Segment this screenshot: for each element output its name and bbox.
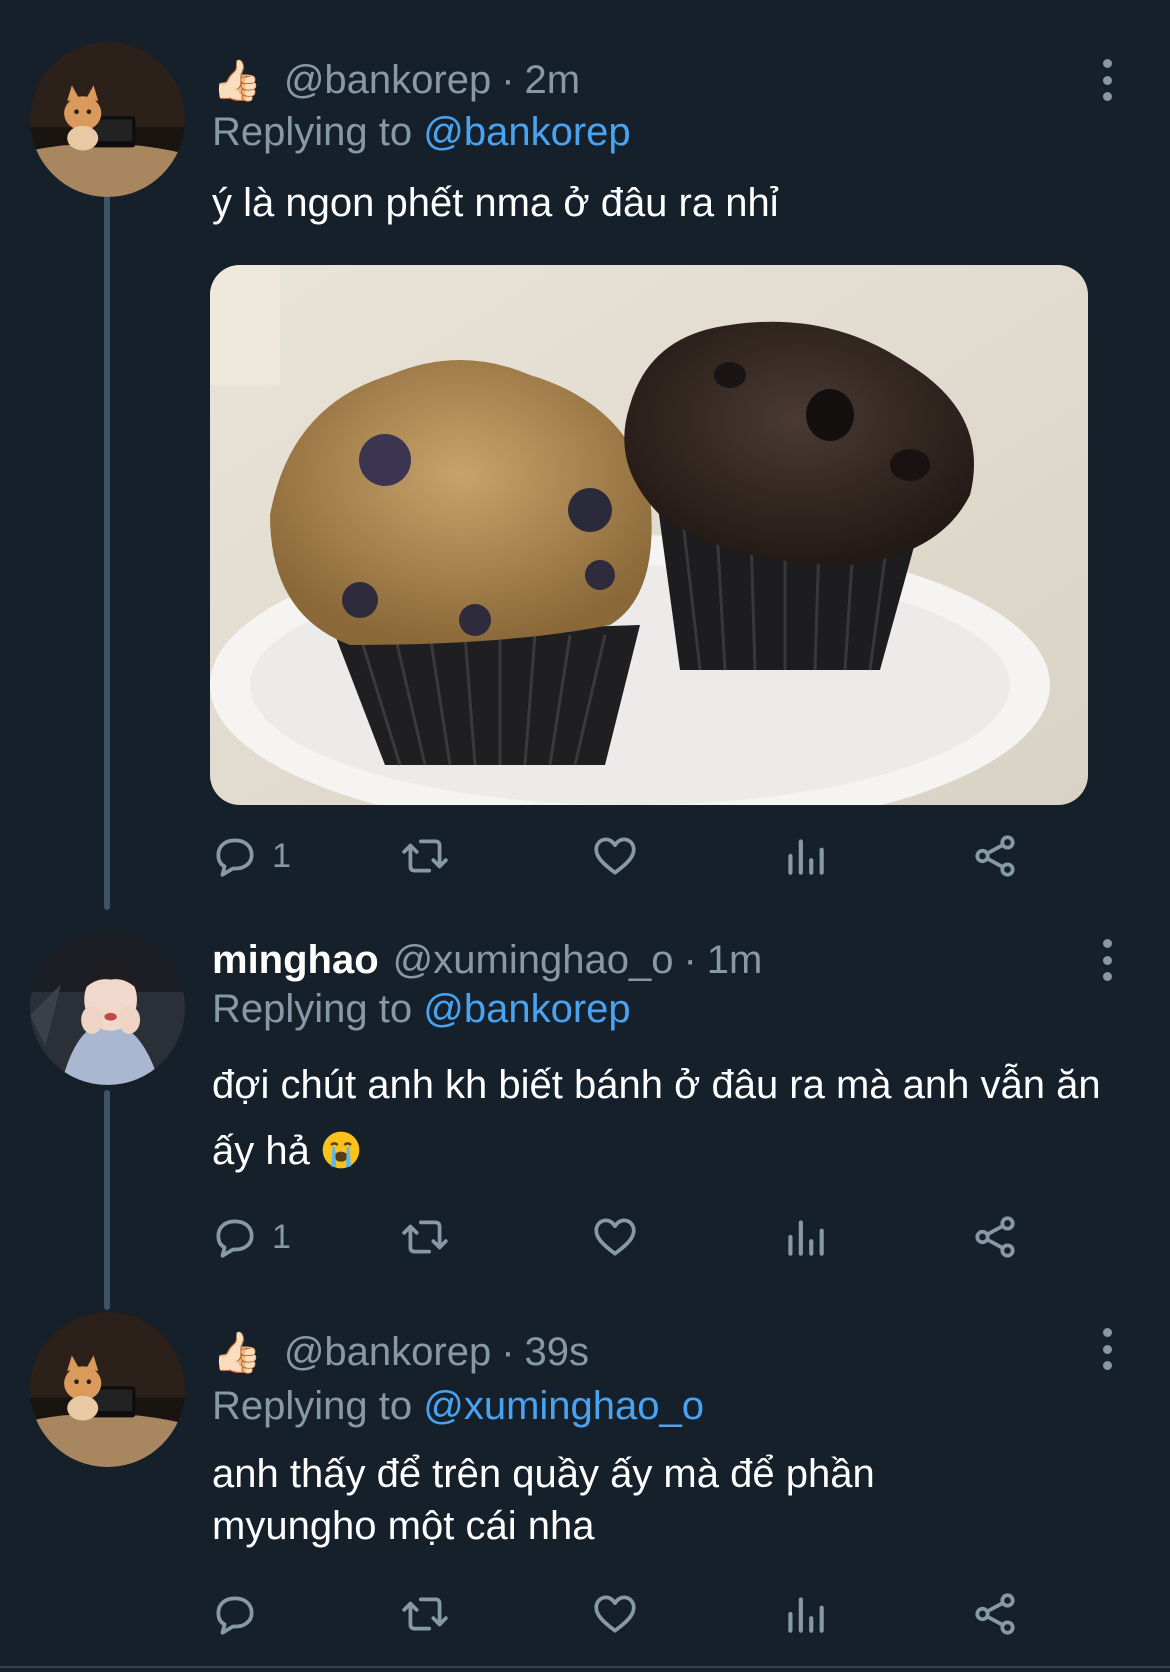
timestamp[interactable]: 39s	[525, 1330, 590, 1375]
author-display-name[interactable]: minghao	[212, 938, 379, 983]
heart-icon	[594, 1595, 636, 1633]
muffins-photo[interactable]	[210, 265, 1088, 805]
tweet-text-line: anh thấy để trên quầy ấy mà để phần	[212, 1452, 875, 1496]
replying-prefix: Replying to	[212, 110, 413, 154]
views-button[interactable]	[780, 1207, 830, 1267]
retweet-icon	[402, 839, 448, 873]
replying-prefix: Replying to	[212, 987, 413, 1031]
analytics-icon	[788, 1597, 824, 1633]
retweet-icon	[402, 1220, 448, 1254]
tweet-text: ý là ngon phết nma ở đâu ra nhỉ	[212, 181, 779, 225]
retweet-button[interactable]	[400, 1207, 450, 1267]
replying-to: Replying to @xuminghao_o	[212, 1384, 704, 1429]
crying-face-icon	[321, 1124, 361, 1190]
tweet-header: 👍🏻 @bankorep · 2m	[212, 52, 580, 108]
replying-mention-link[interactable]: @bankorep	[423, 987, 630, 1031]
replying-prefix: Replying to	[212, 1384, 413, 1428]
like-button[interactable]	[590, 1207, 640, 1267]
views-button[interactable]	[780, 1584, 830, 1644]
reply-icon	[216, 1596, 254, 1635]
reply-button[interactable]	[210, 1584, 272, 1644]
author-handle[interactable]: @bankorep	[284, 58, 491, 103]
thumbs-up-icon: 👍🏻	[212, 58, 262, 103]
heart-icon	[594, 1218, 636, 1256]
views-button[interactable]	[780, 826, 830, 886]
person-avatar-icon[interactable]	[30, 930, 185, 1085]
heart-icon	[594, 837, 636, 875]
analytics-icon	[788, 839, 824, 875]
reply-count: 1	[272, 1217, 291, 1256]
reply-count: 1	[272, 836, 291, 875]
divider	[0, 1666, 1170, 1668]
tweet-actions: 1	[210, 826, 1050, 886]
more-options-icon[interactable]	[1092, 935, 1122, 985]
replying-mention-link[interactable]: @bankorep	[423, 110, 630, 154]
timestamp[interactable]: 2m	[525, 58, 581, 103]
replying-mention-link[interactable]: @xuminghao_o	[423, 1384, 704, 1428]
replying-to: Replying to @bankorep	[212, 110, 631, 155]
like-button[interactable]	[590, 1584, 640, 1644]
timestamp[interactable]: 1m	[707, 938, 763, 983]
author-handle[interactable]: @bankorep	[284, 1330, 491, 1375]
thumbs-up-icon: 👍🏻	[212, 1330, 262, 1375]
author-handle[interactable]: @xuminghao_o	[393, 938, 674, 983]
reply-button[interactable]: 1	[210, 826, 291, 886]
tweet-header: minghao @xuminghao_o · 1m	[212, 932, 762, 988]
share-button[interactable]	[970, 826, 1020, 886]
more-options-icon[interactable]	[1092, 55, 1122, 105]
separator-dot: ·	[501, 1329, 515, 1374]
separator-dot: ·	[501, 57, 515, 102]
more-options-icon[interactable]	[1092, 1324, 1122, 1374]
tweet-text-line: myungho một cái nha	[212, 1504, 595, 1548]
tweet-actions	[210, 1584, 1050, 1644]
reply-button[interactable]: 1	[210, 1207, 291, 1267]
share-icon	[975, 1216, 1015, 1258]
tweet-actions: 1	[210, 1207, 1050, 1267]
retweet-button[interactable]	[400, 1584, 450, 1644]
share-button[interactable]	[970, 1207, 1020, 1267]
tweet-text: đợi chút anh kh biết bánh ở đâu ra mà an…	[212, 1052, 1132, 1190]
share-icon	[975, 1593, 1015, 1635]
replying-to: Replying to @bankorep	[212, 987, 631, 1032]
tweet-text: anh thấy để trên quầy ấy mà để phần myun…	[212, 1448, 1132, 1552]
tweet-header: 👍🏻 @bankorep · 39s	[212, 1324, 589, 1380]
thread-line	[104, 190, 110, 910]
retweet-button[interactable]	[400, 826, 450, 886]
reply-icon	[216, 838, 254, 877]
reply-icon	[216, 1219, 254, 1258]
cat-avatar-icon[interactable]	[30, 42, 185, 197]
retweet-icon	[402, 1597, 448, 1631]
cat-avatar-icon[interactable]	[30, 1312, 185, 1467]
analytics-icon	[788, 1220, 824, 1256]
like-button[interactable]	[590, 826, 640, 886]
share-button[interactable]	[970, 1584, 1020, 1644]
separator-dot: ·	[683, 937, 697, 982]
thread-line	[104, 1090, 110, 1310]
share-icon	[975, 835, 1015, 877]
